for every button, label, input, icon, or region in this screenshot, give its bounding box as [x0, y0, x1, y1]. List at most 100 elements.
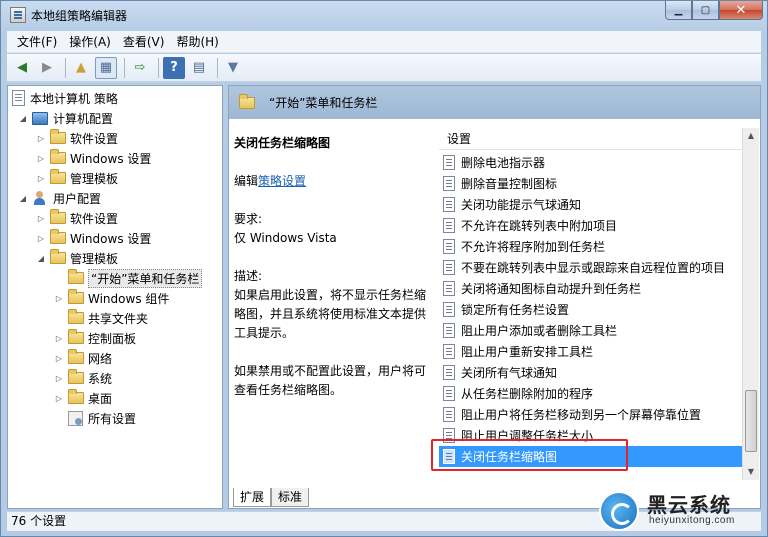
- edit-prefix: 编辑: [234, 174, 259, 188]
- list-item-label: 关闭功能提示气球通知: [461, 198, 582, 212]
- folder-icon: [239, 93, 255, 109]
- menu-help[interactable]: 帮助(H): [170, 32, 224, 52]
- tree-item-root[interactable]: 本地计算机 策略: [12, 88, 118, 108]
- watermark: 黑云系统 heiyunxitong.com: [599, 485, 767, 535]
- policy-setting-icon: [443, 197, 455, 212]
- policy-setting-icon: [443, 176, 455, 191]
- tree-item-shared-folders[interactable]: 共享文件夹: [54, 308, 148, 328]
- computer-icon: [32, 111, 48, 125]
- tree-item-software-settings[interactable]: ▷ 软件设置: [36, 128, 118, 148]
- list-item[interactable]: 删除电池指示器: [439, 152, 743, 173]
- collapsed-arrow-icon[interactable]: ▷: [54, 294, 64, 303]
- toolbar-separator: [217, 57, 218, 78]
- policy-setting-icon: [443, 407, 455, 422]
- list-item[interactable]: 阻止用户将任务栏移动到另一个屏幕停靠位置: [439, 404, 743, 425]
- menu-action[interactable]: 操作(A): [63, 32, 117, 52]
- export-icon[interactable]: ⇨: [129, 57, 151, 79]
- collapsed-arrow-icon[interactable]: ▷: [36, 134, 46, 143]
- tree-item-windows-settings[interactable]: ▷ Windows 设置: [36, 148, 151, 168]
- list-item-label: 删除音量控制图标: [461, 177, 558, 191]
- maximize-button[interactable]: ▢: [692, 1, 719, 20]
- vertical-scrollbar[interactable]: ▲ ▼: [742, 128, 759, 480]
- menu-view[interactable]: 查看(V): [117, 32, 171, 52]
- collapsed-arrow-icon[interactable]: ▷: [54, 354, 64, 363]
- tree-item-admin-templates[interactable]: ▷ 管理模板: [36, 168, 118, 188]
- collapsed-arrow-icon[interactable]: ▷: [36, 214, 46, 223]
- back-icon[interactable]: ◀: [11, 57, 33, 79]
- tree-item-windows-components[interactable]: ▷ Windows 组件: [54, 288, 169, 308]
- tree-item-desktop[interactable]: ▷ 桌面: [54, 388, 112, 408]
- tree-item-start-menu-taskbar[interactable]: “开始”菜单和任务栏: [54, 268, 203, 288]
- list-item-label: 关闭将通知图标自动提升到任务栏: [461, 282, 642, 296]
- collapsed-arrow-icon[interactable]: ▷: [54, 334, 64, 343]
- tree-item-user-config[interactable]: ◢ 用户配置: [18, 188, 101, 208]
- list-item[interactable]: 关闭所有气球通知: [439, 362, 743, 383]
- minimize-button[interactable]: ▁: [665, 1, 692, 20]
- collapsed-arrow-icon[interactable]: ▷: [54, 394, 64, 403]
- folder-icon: [68, 349, 84, 364]
- help-icon[interactable]: ?: [163, 56, 185, 79]
- title-bar[interactable]: 本地组策略编辑器 ▁ ▢ ✕: [1, 1, 767, 29]
- description-text: 如果启用此设置，将不显示任务栏缩略图，并且系统将使用标准文本提供工具提示。: [234, 288, 427, 340]
- window: 本地组策略编辑器 ▁ ▢ ✕ 文件(F) 操作(A) 查看(V) 帮助(H) ◀…: [0, 0, 768, 537]
- scroll-down-icon[interactable]: ▼: [743, 464, 759, 480]
- list-item[interactable]: 阻止用户添加或者删除工具栏: [439, 320, 743, 341]
- policy-doc-icon: [12, 90, 25, 106]
- policy-setting-icon: [443, 323, 455, 338]
- folder-icon: [50, 249, 66, 264]
- policy-setting-icon: [443, 260, 455, 275]
- collapsed-arrow-icon[interactable]: ▷: [54, 374, 64, 383]
- close-button[interactable]: ✕: [719, 1, 763, 20]
- list-item-label: 从任务栏删除附加的程序: [461, 387, 594, 401]
- filter-icon[interactable]: ▼: [222, 57, 244, 79]
- tree-pane[interactable]: 本地计算机 策略 ◢ 计算机配置 ▷ 软件设置 ▷ Windows 设置 ▷ 管…: [7, 85, 223, 509]
- tab-standard[interactable]: 标准: [271, 488, 310, 507]
- tree-item-computer-config[interactable]: ◢ 计算机配置: [18, 108, 113, 128]
- all-settings-icon: [68, 410, 83, 426]
- tree-item-control-panel[interactable]: ▷ 控制面板: [54, 328, 136, 348]
- list-item-label: 阻止用户添加或者删除工具栏: [461, 324, 618, 338]
- toolbar-separator: [65, 57, 66, 78]
- expanded-arrow-icon[interactable]: ◢: [18, 114, 28, 123]
- column-header-settings[interactable]: 设置: [439, 128, 743, 150]
- list-item[interactable]: 不要在跳转列表中显示或跟踪来自远程位置的项目: [439, 257, 743, 278]
- folder-icon: [50, 169, 66, 184]
- tree-item-system[interactable]: ▷ 系统: [54, 368, 112, 388]
- folder-icon: [68, 269, 84, 284]
- list-item[interactable]: 关闭将通知图标自动提升到任务栏: [439, 278, 743, 299]
- policy-setting-icon: [443, 239, 455, 254]
- folder-icon: [50, 209, 66, 224]
- folder-icon: [68, 329, 84, 344]
- forward-icon[interactable]: ▶: [36, 57, 58, 79]
- list-item[interactable]: 锁定所有任务栏设置: [439, 299, 743, 320]
- highlight-annotation: [431, 439, 628, 471]
- list-item[interactable]: 不允许将程序附加到任务栏: [439, 236, 743, 257]
- tree-item-software-settings[interactable]: ▷ 软件设置: [36, 208, 118, 228]
- properties-icon[interactable]: ▤: [188, 57, 210, 79]
- show-hide-tree-icon[interactable]: ▦: [95, 56, 117, 79]
- tree-item-admin-templates[interactable]: ◢ 管理模板: [36, 248, 118, 268]
- expanded-arrow-icon[interactable]: ◢: [18, 194, 28, 203]
- tab-extended[interactable]: 扩展: [233, 488, 272, 507]
- scroll-up-icon[interactable]: ▲: [743, 128, 759, 144]
- menu-file[interactable]: 文件(F): [11, 32, 63, 52]
- policy-setting-icon: [443, 365, 455, 380]
- list-item[interactable]: 从任务栏删除附加的程序: [439, 383, 743, 404]
- up-folder-icon[interactable]: ▲: [70, 57, 92, 79]
- expanded-arrow-icon[interactable]: ◢: [36, 254, 46, 263]
- list-item[interactable]: 阻止用户重新安排工具栏: [439, 341, 743, 362]
- details-header: “开始”菜单和任务栏: [229, 86, 760, 119]
- scrollbar-thumb[interactable]: [745, 390, 757, 452]
- folder-icon: [68, 389, 84, 404]
- edit-policy-link[interactable]: 策略设置: [258, 174, 306, 188]
- list-item[interactable]: 关闭功能提示气球通知: [439, 194, 743, 215]
- tree-item-windows-settings[interactable]: ▷ Windows 设置: [36, 228, 151, 248]
- tree-item-all-settings[interactable]: 所有设置: [54, 408, 136, 428]
- collapsed-arrow-icon[interactable]: ▷: [36, 234, 46, 243]
- tree-item-network[interactable]: ▷ 网络: [54, 348, 112, 368]
- collapsed-arrow-icon[interactable]: ▷: [36, 154, 46, 163]
- collapsed-arrow-icon[interactable]: ▷: [36, 174, 46, 183]
- settings-list[interactable]: 设置 删除电池指示器删除音量控制图标关闭功能提示气球通知不允许在跳转列表中附加项…: [439, 128, 759, 480]
- list-item[interactable]: 删除音量控制图标: [439, 173, 743, 194]
- list-item[interactable]: 不允许在跳转列表中附加项目: [439, 215, 743, 236]
